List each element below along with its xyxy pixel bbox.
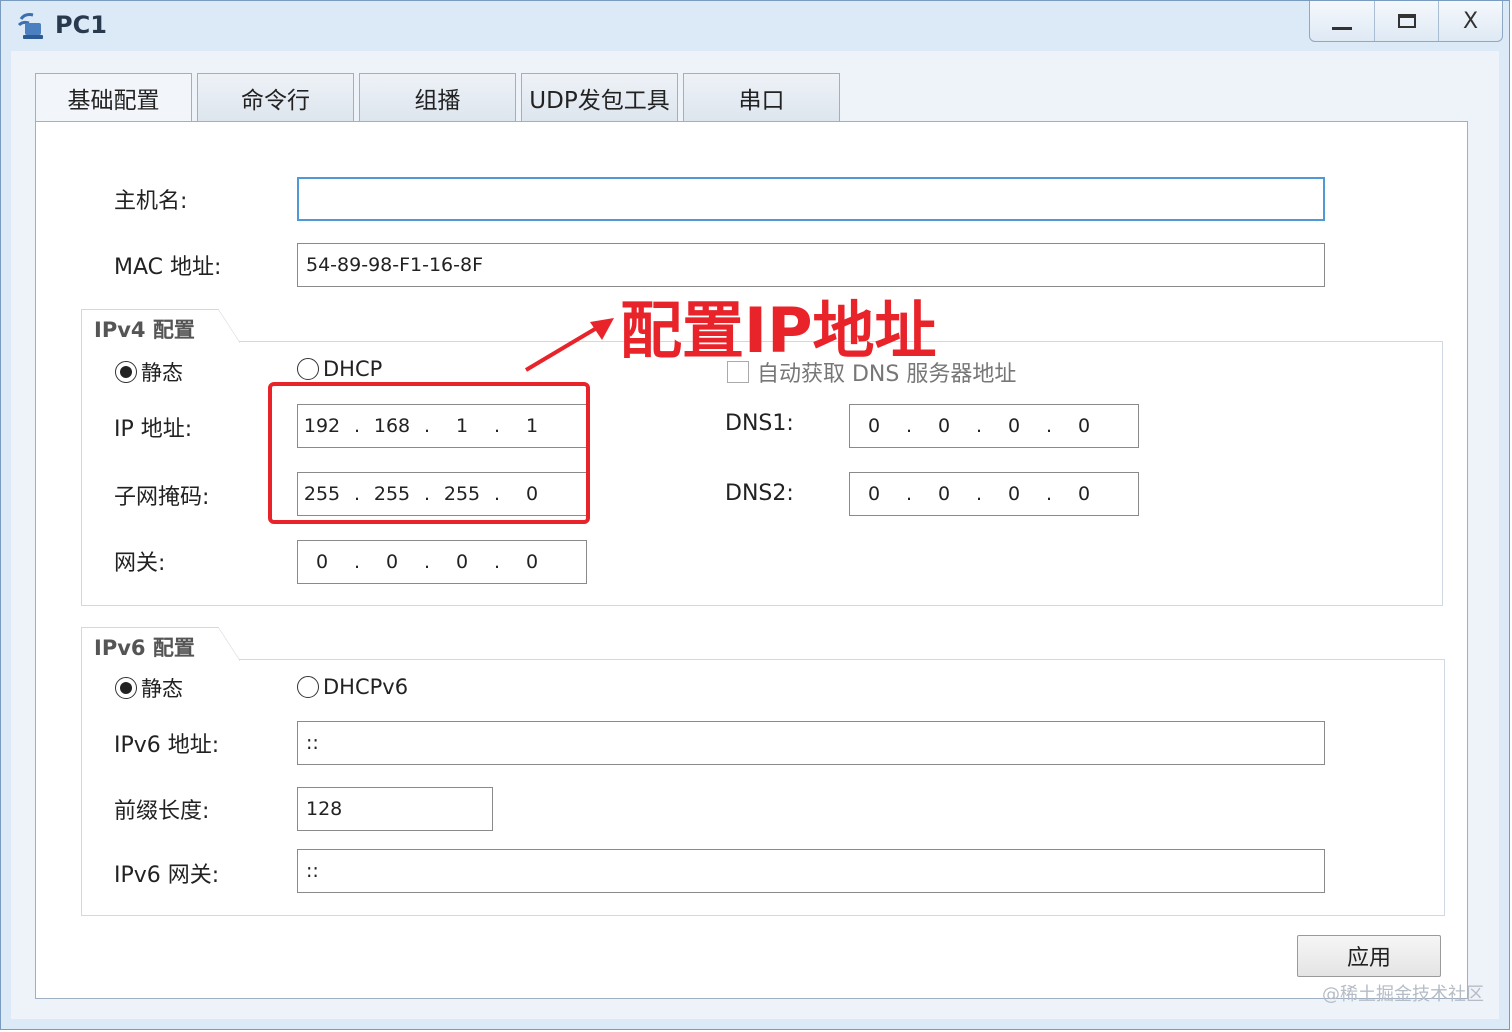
- maximize-icon: [1397, 14, 1416, 28]
- tab-serial-port[interactable]: 串口: [683, 73, 840, 121]
- ip-octet: 0: [1077, 483, 1091, 505]
- ipv6-dhcpv6-radio[interactable]: DHCPv6: [297, 675, 408, 699]
- ip-octet: 0: [315, 551, 329, 573]
- tab-label: 基础配置: [67, 87, 160, 114]
- window-title: PC1: [55, 11, 107, 39]
- ipv4-dhcp-radio[interactable]: DHCP: [297, 357, 382, 381]
- title-bar[interactable]: PC1 X: [1, 1, 1509, 51]
- radio-label: 静态: [141, 677, 183, 701]
- close-icon: X: [1462, 8, 1479, 34]
- minimize-button[interactable]: [1310, 1, 1374, 41]
- ipv6-address-input[interactable]: ::: [297, 721, 1325, 765]
- gateway-label: 网关:: [114, 551, 166, 576]
- tab-multicast[interactable]: 组播: [359, 73, 516, 121]
- apply-button[interactable]: 应用: [1297, 935, 1441, 977]
- pc-app-icon: [17, 13, 43, 39]
- tab-label: 命令行: [241, 87, 310, 114]
- ip-separator: .: [905, 415, 913, 437]
- tab-label: UDP发包工具: [529, 87, 670, 114]
- ip-separator: .: [1045, 483, 1053, 505]
- radio-label: DHCP: [323, 357, 383, 381]
- ipv4-group-title: IPv4 配置: [81, 309, 240, 343]
- close-button[interactable]: X: [1438, 1, 1502, 41]
- ip-octet: 0: [1007, 483, 1021, 505]
- ip-octet: 0: [385, 551, 399, 573]
- ip-separator: .: [975, 483, 983, 505]
- minimize-icon: [1332, 26, 1352, 30]
- prefix-length-input[interactable]: 128: [297, 787, 493, 831]
- gateway-input[interactable]: 0. 0. 0. 0: [297, 540, 587, 584]
- ip-separator: .: [975, 415, 983, 437]
- watermark: @稀土掘金技术社区: [1322, 984, 1484, 1005]
- tab-command-line[interactable]: 命令行: [197, 73, 354, 121]
- ipv6-address-label: IPv6 地址:: [114, 733, 220, 758]
- ip-separator: .: [905, 483, 913, 505]
- ipv4-static-radio[interactable]: 静态: [115, 357, 183, 387]
- dns2-input[interactable]: 0. 0. 0. 0: [849, 472, 1139, 516]
- tab-basic-config[interactable]: 基础配置: [35, 73, 192, 121]
- subnet-mask-label: 子网掩码:: [114, 485, 210, 510]
- ip-octet: 0: [1077, 415, 1091, 437]
- annotation-arrow-icon: [524, 318, 614, 372]
- ip-octet: 0: [1007, 415, 1021, 437]
- radio-label: 静态: [141, 361, 183, 385]
- dns1-label: DNS1:: [725, 411, 794, 436]
- annotation-text: 配置IP地址: [620, 294, 937, 367]
- ip-separator: .: [353, 551, 361, 573]
- ipv6-gateway-input[interactable]: ::: [297, 849, 1325, 893]
- ipv6-static-radio[interactable]: 静态: [115, 673, 183, 703]
- hostname-label: 主机名:: [114, 189, 188, 214]
- ip-octet: 0: [455, 551, 469, 573]
- dns2-label: DNS2:: [725, 481, 794, 506]
- ip-address-label: IP 地址:: [114, 417, 193, 442]
- client-area: 基础配置 命令行 组播 UDP发包工具 串口 主机名: MAC 地址: 54-8…: [11, 51, 1499, 1019]
- ip-separator: .: [423, 551, 431, 573]
- mac-label: MAC 地址:: [114, 255, 222, 280]
- maximize-button[interactable]: [1374, 1, 1438, 41]
- tab-label: 串口: [738, 87, 785, 114]
- ipv6-group-title: IPv6 配置: [81, 627, 240, 661]
- ip-octet: 0: [867, 483, 881, 505]
- ip-octet: 0: [937, 483, 951, 505]
- pc1-window: PC1 X 基础配置 命令行 组播 UDP发包工具 串口 主机名: MAC 地址…: [0, 0, 1510, 1030]
- ip-octet: 0: [867, 415, 881, 437]
- window-controls: X: [1309, 1, 1503, 42]
- ip-octet: 0: [937, 415, 951, 437]
- radio-selected-icon: [115, 677, 137, 699]
- annotation-highlight-box: [268, 382, 590, 524]
- radio-unselected-icon: [297, 676, 319, 698]
- tab-label: 组播: [414, 87, 461, 114]
- ip-separator: .: [1045, 415, 1053, 437]
- radio-label: DHCPv6: [323, 675, 409, 699]
- prefix-length-label: 前缀长度:: [114, 799, 210, 824]
- radio-selected-icon: [115, 361, 137, 383]
- dns1-input[interactable]: 0. 0. 0. 0: [849, 404, 1139, 448]
- ip-octet: 0: [525, 551, 539, 573]
- tab-udp-tool[interactable]: UDP发包工具: [521, 73, 678, 121]
- hostname-input[interactable]: [297, 177, 1325, 221]
- ip-separator: .: [493, 551, 501, 573]
- radio-unselected-icon: [297, 358, 319, 380]
- ipv6-gateway-label: IPv6 网关:: [114, 863, 220, 888]
